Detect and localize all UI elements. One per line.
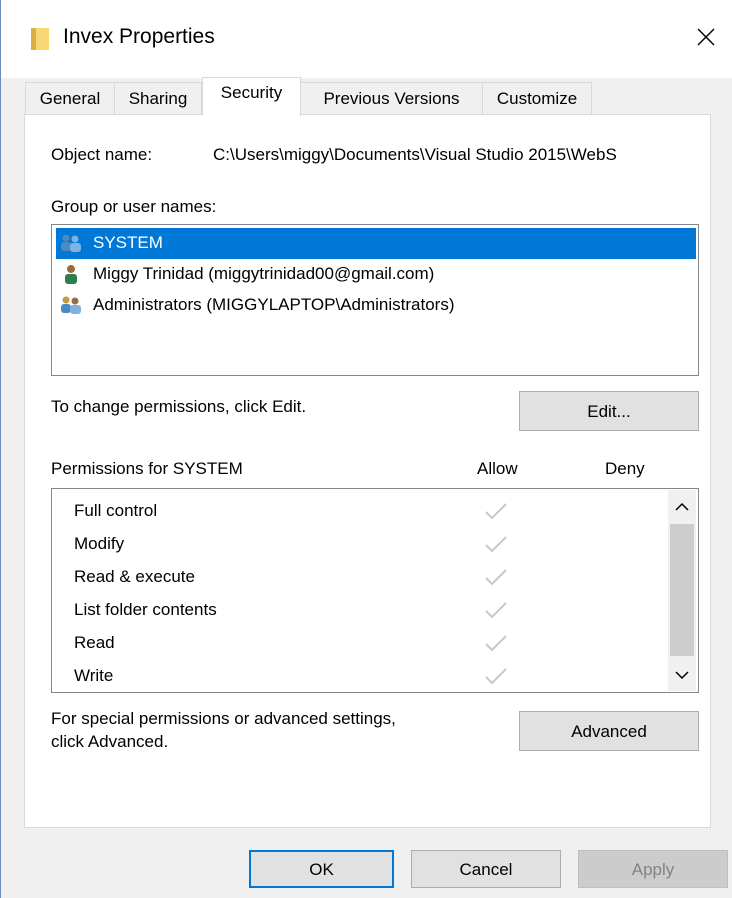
ok-button-label: OK: [309, 860, 334, 879]
permission-name: Read: [74, 633, 115, 652]
list-item-label: Miggy Trinidad (miggytrinidad00@gmail.co…: [93, 264, 435, 283]
tab-general[interactable]: General: [25, 82, 115, 115]
scroll-down-button[interactable]: [668, 660, 696, 690]
folder-icon: [31, 28, 49, 50]
advanced-button-label: Advanced: [571, 722, 647, 741]
cancel-button-label: Cancel: [459, 860, 513, 879]
group-names-label: Group or user names:: [51, 197, 217, 216]
list-item-label: Administrators (MIGGYLAPTOP\Administrato…: [93, 295, 455, 314]
close-icon: [697, 28, 715, 46]
permission-row: List folder contents: [74, 598, 674, 631]
advanced-hint-line2: click Advanced.: [51, 732, 169, 751]
allow-checkmark-icon: [485, 668, 507, 685]
group-users-icon: [61, 234, 81, 252]
window-title: Invex Properties: [63, 25, 215, 48]
chevron-up-icon: [675, 502, 689, 511]
advanced-hint-line1: For special permissions or advanced sett…: [51, 709, 396, 728]
scrollbar-thumb[interactable]: [670, 524, 694, 656]
close-button[interactable]: [681, 12, 731, 62]
edit-button-label: Edit...: [587, 402, 631, 421]
permission-name: Modify: [74, 534, 125, 553]
tab-previous-versions[interactable]: Previous Versions: [300, 82, 483, 115]
change-permissions-hint: To change permissions, click Edit.: [51, 397, 307, 416]
permission-row: Modify: [74, 532, 674, 565]
permission-row: Full control: [74, 499, 674, 532]
allow-checkmark-icon: [485, 602, 507, 619]
allow-checkmark-icon: [485, 503, 507, 520]
permission-name: Full control: [74, 501, 158, 520]
allow-column-header: Allow: [477, 459, 518, 478]
tab-security[interactable]: Security: [202, 77, 301, 116]
tab-customize[interactable]: Customize: [482, 82, 592, 115]
group-user-list[interactable]: SYSTEM Miggy Trinidad (miggytrinidad00@g…: [51, 224, 699, 376]
tab-label: Sharing: [128, 89, 188, 108]
chevron-down-icon: [675, 671, 689, 680]
permission-row: Read: [74, 631, 674, 664]
apply-button[interactable]: Apply: [578, 850, 728, 888]
tab-label: Security: [220, 83, 283, 102]
allow-checkmark-icon: [485, 635, 507, 652]
properties-dialog: Invex Properties General Sharing Securit…: [0, 0, 732, 898]
permission-row: Write: [74, 664, 674, 697]
tab-sharing[interactable]: Sharing: [114, 82, 202, 115]
permission-row: Read & execute: [74, 565, 674, 598]
list-item-label: SYSTEM: [93, 233, 163, 252]
permissions-label: Permissions for SYSTEM: [51, 459, 243, 478]
allow-checkmark-icon: [485, 536, 507, 553]
group-users-icon: [61, 296, 81, 314]
object-name-label: Object name:: [51, 145, 153, 164]
apply-button-label: Apply: [631, 860, 675, 879]
tab-label: Customize: [496, 89, 578, 108]
list-item[interactable]: Administrators (MIGGYLAPTOP\Administrato…: [56, 290, 696, 321]
list-item[interactable]: SYSTEM: [56, 228, 696, 259]
ok-button[interactable]: OK: [249, 850, 394, 888]
title-bar: Invex Properties: [1, 0, 732, 78]
security-panel: Object name: C:\Users\miggy\Documents\Vi…: [24, 114, 711, 828]
object-name-value: C:\Users\miggy\Documents\Visual Studio 2…: [213, 145, 617, 164]
allow-checkmark-icon: [485, 569, 507, 586]
list-item[interactable]: Miggy Trinidad (miggytrinidad00@gmail.co…: [56, 259, 696, 290]
tab-label: General: [39, 89, 101, 108]
permissions-scrollbar[interactable]: [668, 490, 696, 691]
permission-name: Write: [74, 666, 114, 685]
edit-button[interactable]: Edit...: [519, 391, 699, 431]
cancel-button[interactable]: Cancel: [411, 850, 561, 888]
tab-label: Previous Versions: [323, 89, 460, 108]
scroll-up-button[interactable]: [668, 491, 696, 521]
permission-name: List folder contents: [74, 600, 217, 619]
permission-name: Read & execute: [74, 567, 195, 586]
user-icon: [65, 265, 77, 284]
permissions-list[interactable]: Full control Modify Read & execute List …: [51, 488, 699, 693]
advanced-button[interactable]: Advanced: [519, 711, 699, 751]
deny-column-header: Deny: [605, 459, 645, 478]
